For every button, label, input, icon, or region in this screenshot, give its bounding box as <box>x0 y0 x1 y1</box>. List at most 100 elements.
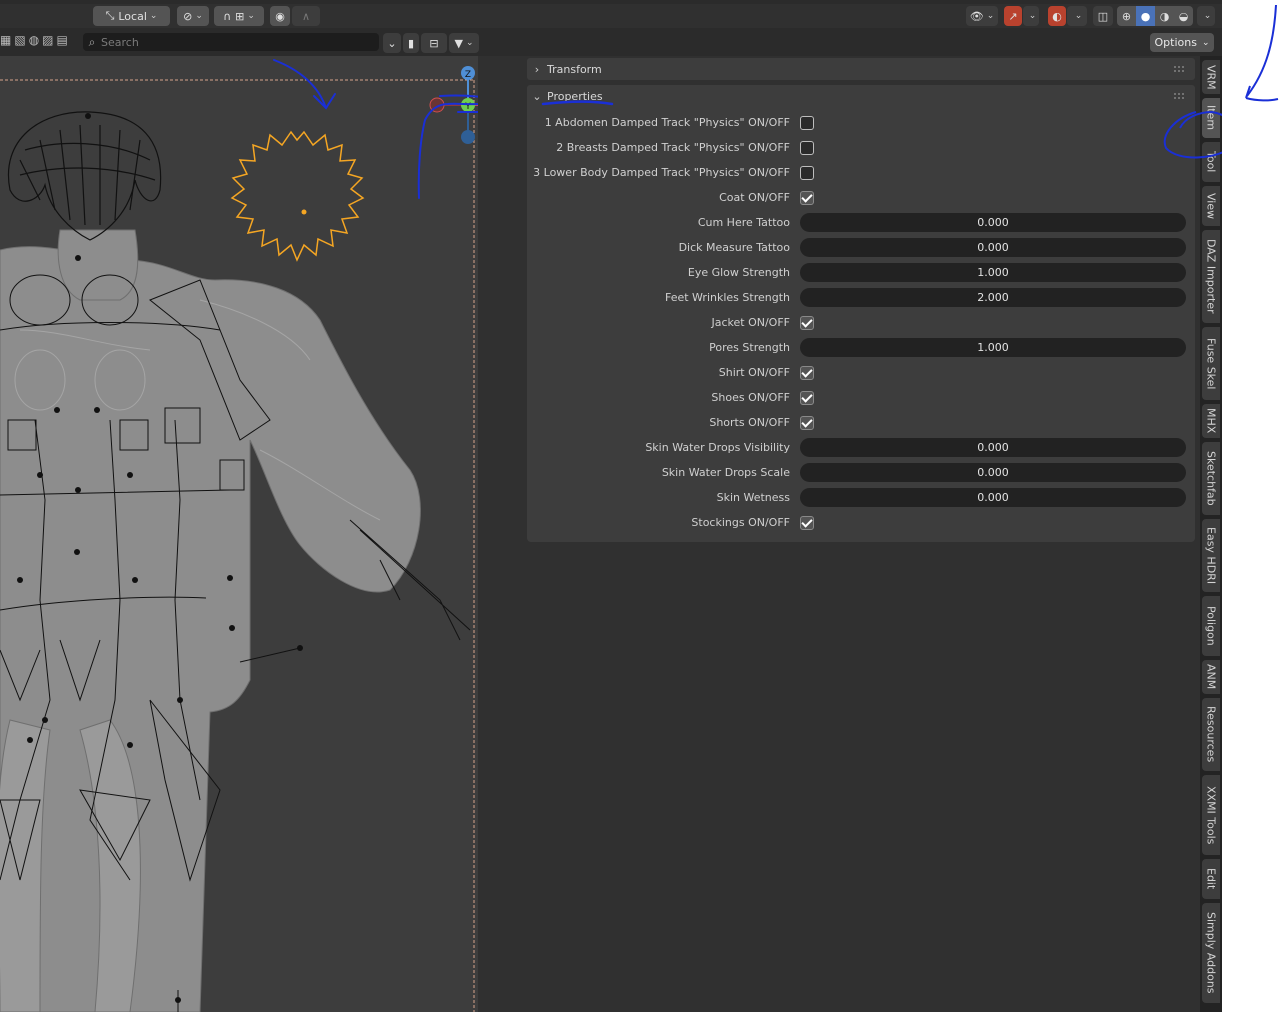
falloff-dropdown[interactable]: ∧ <box>292 6 320 26</box>
world-icon[interactable]: ◍ <box>29 33 39 47</box>
transform-orientation-dropdown[interactable]: ⤡ Local ⌄ <box>93 6 170 26</box>
tab-resources[interactable]: Resources <box>1202 698 1220 771</box>
tab-fuse-skel[interactable]: Fuse Skel <box>1202 327 1220 400</box>
tab-vrm[interactable]: VRM <box>1202 60 1220 94</box>
tab-label: Fuse Skel <box>1204 337 1218 390</box>
property-checkbox[interactable] <box>800 166 814 180</box>
options-dropdown[interactable]: Options ⌄ <box>1150 33 1214 52</box>
property-number-field[interactable]: 0.000 <box>800 238 1186 257</box>
property-checkbox[interactable] <box>800 516 814 530</box>
property-label: 1 Abdomen Damped Track "Physics" ON/OFF <box>544 116 790 129</box>
snapping-dropdown[interactable]: ∩ ⊞ ⌄ <box>214 6 264 26</box>
property-checkbox[interactable] <box>800 366 814 380</box>
property-checkbox[interactable] <box>800 141 814 155</box>
gizmo-dropdown[interactable]: ⌄ <box>1023 6 1039 26</box>
property-checkbox[interactable] <box>800 316 814 330</box>
files-icon[interactable]: ▤ <box>57 33 68 47</box>
pivot-point-dropdown[interactable]: ⊘ ⌄ <box>177 6 209 26</box>
property-number-field[interactable]: 0.000 <box>800 463 1186 482</box>
rendered-shading-button[interactable]: ◒ <box>1174 6 1193 26</box>
property-label: 2 Breasts Damped Track "Physics" ON/OFF <box>556 141 790 154</box>
chevron-down-icon: ⌄ <box>149 11 158 21</box>
tab-xxmi-tools[interactable]: XXMI Tools <box>1202 775 1220 855</box>
property-label: Stockings ON/OFF <box>691 516 790 529</box>
tab-sketchfab[interactable]: Sketchfab <box>1202 442 1220 515</box>
collapse-button[interactable]: ⌄ <box>383 33 401 53</box>
search-input[interactable]: ⌕ Search <box>83 33 379 51</box>
property-label: Shoes ON/OFF <box>711 391 790 404</box>
tab-mhx[interactable]: MHX <box>1202 404 1220 438</box>
property-number-field[interactable]: 0.000 <box>800 488 1186 507</box>
drag-handle-icon[interactable] <box>1173 92 1185 100</box>
property-number-field[interactable]: 0.000 <box>800 438 1186 457</box>
tab-label: Sketchfab <box>1204 451 1218 506</box>
tab-easy-hdri[interactable]: Easy HDRI <box>1202 519 1220 592</box>
property-number-field[interactable]: 1.000 <box>800 338 1186 357</box>
filter-icons-group: ▦ ▧ ◍ ▨ ▤ <box>0 33 68 47</box>
solid-shading-button[interactable]: ● <box>1136 6 1155 26</box>
tab-daz-importer[interactable]: DAZ Importer <box>1202 230 1220 323</box>
overlays-dropdown[interactable]: ⌄ <box>1067 6 1087 26</box>
tab-label: Item <box>1204 105 1218 131</box>
gizmo-z-label: Z <box>465 70 471 80</box>
options-label: Options <box>1154 36 1197 49</box>
tab-view[interactable]: View <box>1202 186 1220 226</box>
properties-panel-body: 1 Abdomen Damped Track "Physics" ON/OFF 2… <box>527 107 1195 542</box>
scene-drawing: Z X Y <box>0 59 478 1012</box>
property-label: Skin Wetness <box>716 491 790 504</box>
pen-annotation-arrow <box>1245 4 1279 102</box>
visibility-dropdown[interactable]: 👁 ⌄ <box>966 6 998 26</box>
3d-viewport[interactable]: Z X Y ⊕ ✋ ⚇ 🔓 <box>0 56 509 1012</box>
chevron-down-icon: ⌄ <box>532 89 542 103</box>
property-checkbox[interactable] <box>800 191 814 205</box>
wireframe-sphere-icon: ⊕ <box>1121 9 1132 23</box>
image-icon[interactable]: ▧ <box>14 33 25 47</box>
property-checkbox[interactable] <box>800 416 814 430</box>
xray-toggle[interactable]: ◫ <box>1093 6 1113 26</box>
region-header: ▦ ▧ ◍ ▨ ▤ ⌕ Search ⌄ ▮ ⊟ ▼ ⌄ Options ⌄ <box>0 30 1222 54</box>
tab-label: View <box>1204 192 1218 220</box>
property-number-field[interactable]: 0.000 <box>800 213 1186 232</box>
xray-icon: ◫ <box>1097 9 1109 23</box>
property-row: Feet Wrinkles Strength 2.000 <box>527 286 1195 311</box>
material-shading-button[interactable]: ◑ <box>1155 6 1174 26</box>
tab-simply-addons[interactable]: Simply Addons <box>1202 903 1220 1003</box>
mesh-icon[interactable]: ▦ <box>0 33 11 47</box>
tab-label: VRM <box>1204 64 1218 90</box>
hair-wireframe <box>7 111 162 241</box>
property-checkbox[interactable] <box>800 391 814 405</box>
property-number-field[interactable]: 1.000 <box>800 263 1186 282</box>
drag-handle-icon[interactable] <box>1173 65 1185 73</box>
tab-poligon[interactable]: Poligon <box>1202 596 1220 656</box>
tab-item[interactable]: Item <box>1202 98 1220 138</box>
property-label: 3 Lower Body Damped Track "Physics" ON/O… <box>533 166 790 179</box>
tab-tool[interactable]: Tool <box>1202 142 1220 182</box>
property-row: 2 Breasts Damped Track "Physics" ON/OFF <box>527 136 1195 161</box>
viewport-header: ⤡ Local ⌄ ⊘ ⌄ ∩ ⊞ ⌄ ◉ ∧ 👁 ⌄ ↗ ⌄ ◐ ⌄ ◫ ⊕ … <box>0 4 1222 28</box>
property-row: Skin Wetness 0.000 <box>527 486 1195 511</box>
proportional-editing-toggle[interactable]: ◉ <box>270 6 290 26</box>
property-row: Skin Water Drops Visibility 0.000 <box>527 436 1195 461</box>
sidebar-tabs: VRM Item Tool View DAZ Importer Fuse Skel MHX S… <box>1200 56 1222 1012</box>
property-number-field[interactable]: 2.000 <box>800 288 1186 307</box>
property-label: Cum Here Tattoo <box>697 216 790 229</box>
gizmo-toggle[interactable]: ↗ <box>1004 6 1022 26</box>
shading-dropdown[interactable]: ⌄ <box>1197 6 1215 26</box>
display-mode-dropdown[interactable]: ⊟ <box>421 33 447 53</box>
transform-orientation-label: Local <box>118 9 147 23</box>
tab-label: Edit <box>1204 868 1218 890</box>
chevron-down-icon: ⌄ <box>1028 11 1037 21</box>
properties-panel-header[interactable]: ⌄ Properties <box>527 85 1195 107</box>
filter-dropdown[interactable]: ▼ ⌄ <box>449 33 479 53</box>
bookmark-button[interactable]: ▮ <box>403 33 419 53</box>
tab-anm[interactable]: ANM <box>1202 660 1220 694</box>
property-checkbox[interactable] <box>800 116 814 130</box>
overlays-toggle[interactable]: ◐ <box>1048 6 1066 26</box>
hierarchy-icon: ⊟ <box>429 36 439 50</box>
scene-icon[interactable]: ▨ <box>42 33 53 47</box>
wireframe-shading-button[interactable]: ⊕ <box>1117 6 1136 26</box>
property-row: Shorts ON/OFF <box>527 411 1195 436</box>
sidebar-panels: › Transform ⌄ Properties 1 Abdomen Dampe… <box>527 58 1195 542</box>
tab-edit[interactable]: Edit <box>1202 859 1220 899</box>
transform-panel-header[interactable]: › Transform <box>527 58 1195 80</box>
